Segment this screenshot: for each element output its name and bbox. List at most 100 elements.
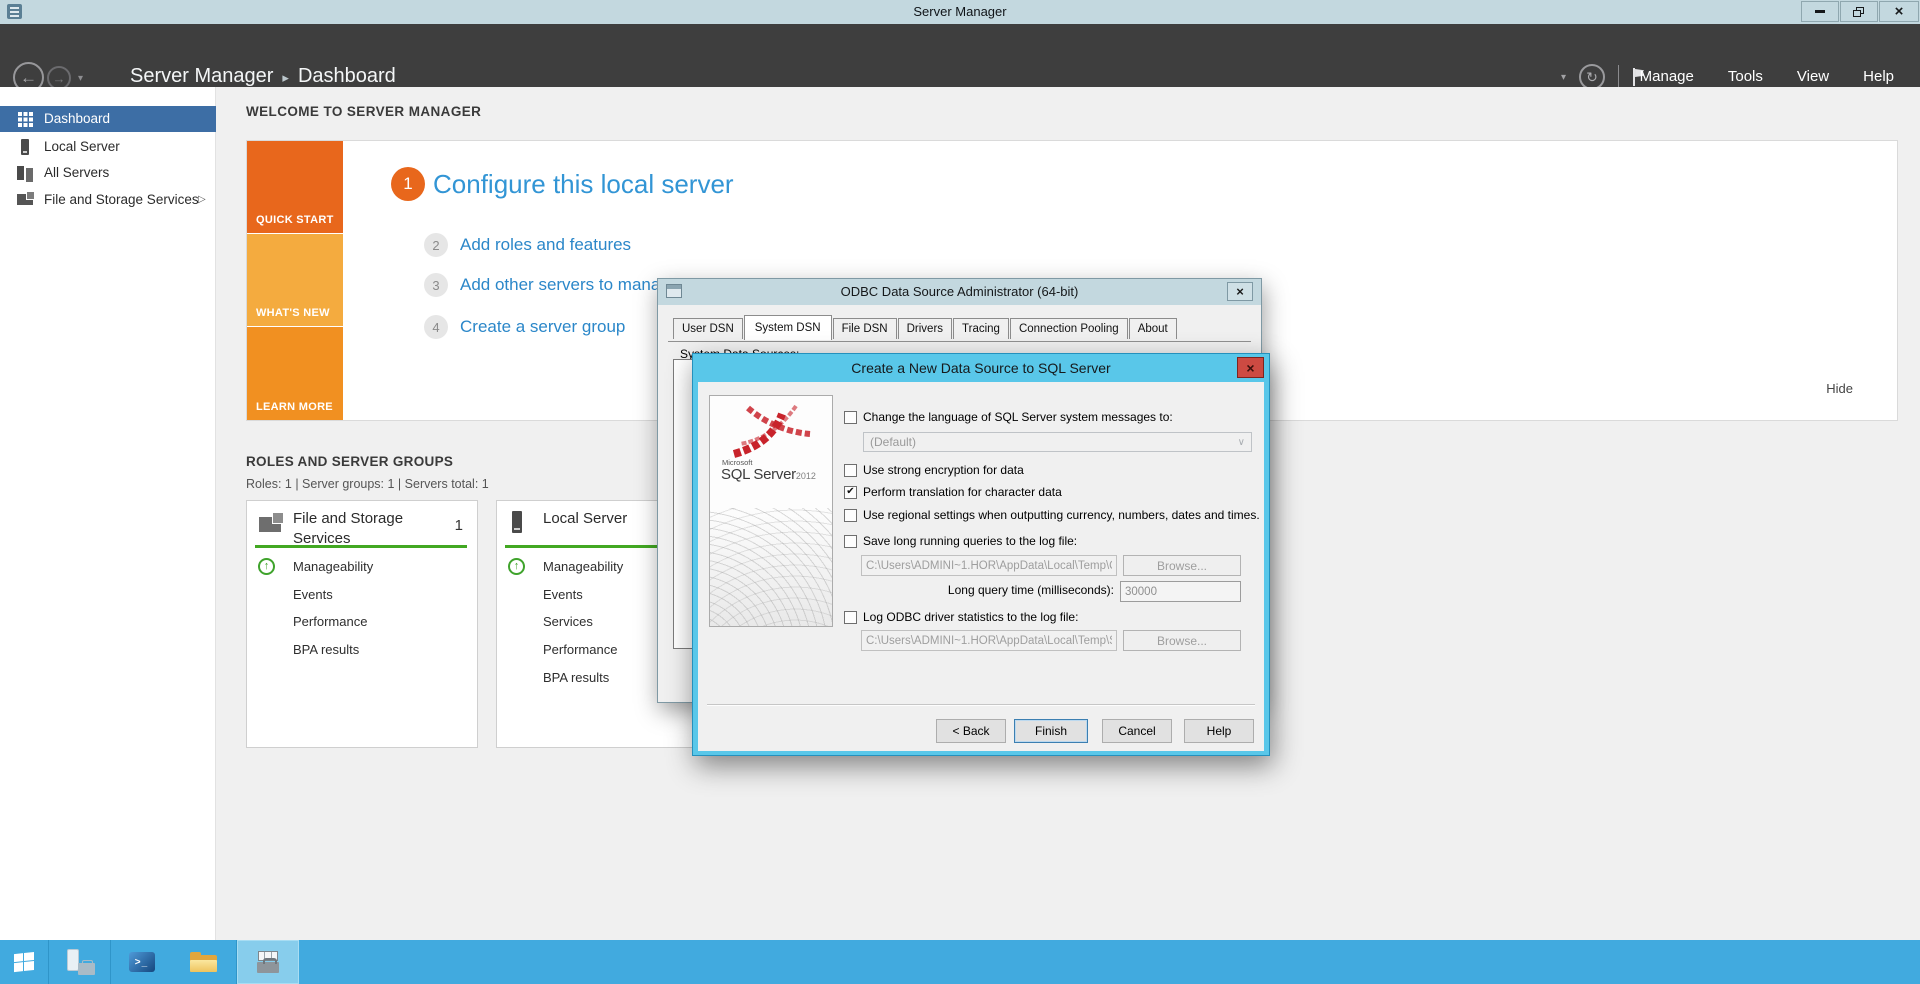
tab-tracing[interactable]: Tracing (953, 318, 1009, 339)
close-icon: × (1894, 3, 1904, 20)
tab-system-dsn[interactable]: System DSN (743, 315, 832, 340)
welcome-heading: WELCOME TO SERVER MANAGER (246, 104, 482, 119)
odbc-stats-checkbox-label: Log ODBC driver statistics to the log fi… (863, 610, 1079, 624)
odbc-stats-checkbox[interactable] (844, 610, 857, 624)
taskbar-powershell-button[interactable]: >_ (111, 940, 172, 984)
card-row-events[interactable]: Events (247, 581, 477, 609)
tab-drivers[interactable]: Drivers (897, 318, 953, 339)
minimize-icon (1815, 10, 1825, 13)
server-manager-icon (65, 949, 95, 975)
cancel-button[interactable]: Cancel (1102, 719, 1172, 743)
regional-checkbox-row: Use regional settings when outputting cu… (844, 507, 1260, 523)
sidebar-item-label: Local Server (44, 139, 120, 154)
roles-heading: ROLES AND SERVER GROUPS (246, 454, 454, 469)
card-file-storage-services: File and Storage Services 1 ↑ Manageabil… (246, 500, 478, 748)
back-button[interactable]: < Back (936, 719, 1006, 743)
sql-wizard-dialog: Create a New Data Source to SQL Server ×… (692, 353, 1270, 756)
learn-more-label: LEARN MORE (256, 401, 333, 413)
odbc-dialog-titlebar[interactable]: ODBC Data Source Administrator (64-bit) … (658, 279, 1261, 305)
regional-checkbox[interactable] (844, 508, 857, 522)
check-icon: ✔ (846, 486, 855, 497)
language-checkbox[interactable] (844, 410, 857, 424)
taskbar-explorer-button[interactable] (172, 940, 235, 984)
quick-start-block[interactable]: QUICK START (247, 141, 343, 233)
odbc-close-button[interactable]: × (1227, 282, 1253, 301)
breadcrumb-root[interactable]: Server Manager (130, 65, 273, 88)
finish-button[interactable]: Finish (1014, 719, 1088, 743)
long-query-time-field (1120, 581, 1241, 602)
card-row-bpa-results[interactable]: BPA results (247, 636, 477, 664)
sidebar: Dashboard Local Server All Servers File … (0, 87, 216, 940)
minimize-button[interactable] (1801, 1, 1839, 22)
browse-query-log-button: Browse... (1123, 555, 1241, 576)
card-row-label: Services (543, 614, 593, 629)
start-button[interactable] (0, 940, 48, 984)
encryption-checkbox-row: Use strong encryption for data (844, 462, 1024, 478)
step-2-link[interactable]: Add roles and features (460, 235, 631, 255)
restore-button[interactable] (1840, 1, 1878, 22)
taskbar-odbc-active-button[interactable] (237, 940, 299, 984)
sidebar-item-dashboard[interactable]: Dashboard (0, 106, 216, 132)
card-row-label: Performance (293, 614, 368, 629)
expand-chevron-icon[interactable]: ▷ (198, 187, 206, 213)
wizard-close-button[interactable]: × (1237, 357, 1264, 378)
card-row-manageability[interactable]: ↑ Manageability (247, 553, 477, 581)
whats-new-label: WHAT'S NEW (256, 307, 330, 319)
help-button[interactable]: Help (1184, 719, 1254, 743)
tab-connection-pooling[interactable]: Connection Pooling (1009, 318, 1128, 339)
sidebar-item-local-server[interactable]: Local Server (0, 134, 216, 160)
language-checkbox-row: Change the language of SQL Server system… (844, 409, 1173, 425)
window-titlebar: Server Manager × (0, 0, 1920, 24)
hide-link[interactable]: Hide (1826, 381, 1853, 396)
step-3-link[interactable]: Add other servers to manage (460, 275, 679, 295)
save-queries-checkbox-row: Save long running queries to the log fil… (844, 533, 1077, 549)
dashboard-icon (18, 112, 22, 116)
language-checkbox-label: Change the language of SQL Server system… (863, 410, 1173, 424)
header-menu: Manage Tools View Help (1640, 68, 1894, 85)
server-icon (512, 511, 522, 533)
whats-new-block[interactable]: WHAT'S NEW (247, 234, 343, 326)
file-storage-icon (17, 191, 35, 205)
year-label: 2012 (795, 471, 816, 481)
step-4-link[interactable]: Create a server group (460, 317, 625, 337)
encryption-checkbox[interactable] (844, 463, 857, 477)
menu-manage[interactable]: Manage (1640, 68, 1694, 85)
card-count: 1 (454, 517, 463, 534)
notifications-caret-icon[interactable]: ▾ (1561, 72, 1566, 83)
file-storage-icon (259, 512, 284, 532)
app-header: ← → ▾ Server Manager ▸ Dashboard ▾ ↻ Man… (0, 24, 1920, 93)
forward-icon: → (52, 70, 66, 86)
breadcrumb: Server Manager ▸ Dashboard (130, 65, 396, 88)
menu-view[interactable]: View (1797, 68, 1829, 85)
menu-help[interactable]: Help (1863, 68, 1894, 85)
save-queries-checkbox-label: Save long running queries to the log fil… (863, 534, 1078, 548)
menu-tools[interactable]: Tools (1728, 68, 1763, 85)
close-icon: × (1246, 359, 1255, 376)
refresh-icon: ↻ (1586, 68, 1598, 85)
save-queries-checkbox[interactable] (844, 534, 857, 548)
sidebar-item-all-servers[interactable]: All Servers (0, 160, 216, 186)
sidebar-item-label: All Servers (44, 165, 110, 180)
tab-user-dsn[interactable]: User DSN (673, 318, 743, 339)
sidebar-item-file-storage-services[interactable]: File and Storage Services ▷ (0, 187, 216, 213)
translation-checkbox-checked[interactable]: ✔ (844, 485, 857, 499)
card-row-label: BPA results (293, 642, 360, 657)
nav-history-caret-icon[interactable]: ▾ (78, 73, 83, 84)
translation-checkbox-label: Perform translation for character data (863, 485, 1062, 499)
query-log-path-field (861, 555, 1117, 576)
tab-file-dsn[interactable]: File DSN (832, 318, 897, 339)
card-row-performance[interactable]: Performance (247, 608, 477, 636)
step-4-badge: 4 (424, 315, 448, 339)
card-title[interactable]: File and Storage Services (293, 509, 425, 549)
card-row-label: Events (293, 587, 333, 602)
close-button[interactable]: × (1879, 1, 1919, 22)
taskbar-server-manager-button[interactable] (49, 940, 110, 984)
tab-about[interactable]: About (1128, 318, 1177, 339)
learn-more-block[interactable]: LEARN MORE (247, 327, 343, 420)
card-title[interactable]: Local Server (543, 509, 675, 529)
servers-icon (17, 166, 24, 180)
step-1-link[interactable]: Configure this local server (433, 169, 734, 200)
powershell-icon: >_ (128, 952, 155, 972)
windows-logo-icon (13, 952, 35, 973)
toolbar-divider (1618, 65, 1620, 89)
